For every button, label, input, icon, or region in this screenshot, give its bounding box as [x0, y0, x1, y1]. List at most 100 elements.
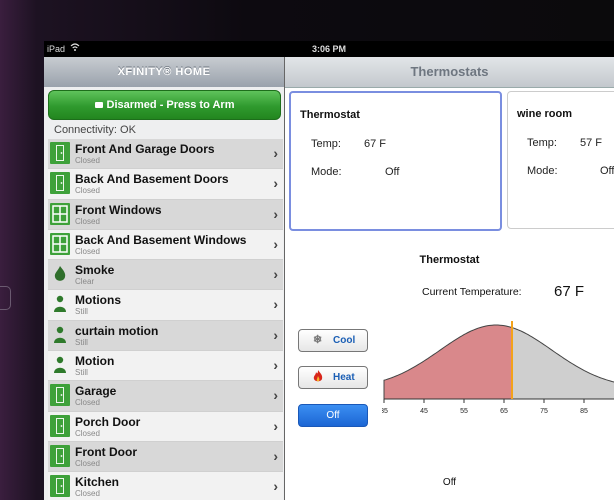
thermostat-card-2[interactable]: wine room Temp: 57 F Mode: Off	[507, 91, 614, 229]
sensor-state: Still	[75, 337, 88, 347]
off-button[interactable]: Off	[298, 404, 368, 427]
page-title: Thermostats	[285, 57, 614, 88]
door-icon	[50, 384, 70, 407]
sensor-state: Closed	[75, 156, 100, 165]
motion-person-icon	[50, 354, 70, 376]
sensor-name: Smoke	[75, 263, 115, 278]
chevron-right-icon: ›	[273, 296, 278, 313]
sensor-name: Front And Garage Doors	[75, 142, 215, 156]
mode-label: Mode:	[311, 166, 342, 178]
chevron-right-icon: ›	[273, 357, 278, 374]
cool-label: Cool	[333, 335, 356, 346]
chevron-right-icon: ›	[273, 417, 278, 434]
mode-value: Off	[385, 166, 400, 178]
off-label: Off	[326, 410, 340, 421]
chevron-right-icon: ›	[273, 205, 278, 222]
sensor-row[interactable]: Motion Still ›	[48, 351, 283, 382]
sensor-name: Back And Basement Doors	[75, 172, 229, 187]
temp-value: 67 F	[364, 138, 387, 150]
door-icon	[50, 172, 70, 195]
sensor-name: Motions	[75, 293, 121, 308]
temp-label: Temp:	[527, 137, 557, 149]
smoke-icon	[50, 263, 70, 285]
sensor-state: Still	[75, 307, 88, 317]
x-tick-label: 55	[460, 408, 468, 415]
sensor-state: Closed	[75, 398, 100, 408]
sensor-name: Porch Door	[75, 414, 141, 429]
sensor-state: Closed	[75, 489, 100, 499]
mode-status-text: Off	[442, 477, 457, 488]
sensor-state: Closed	[75, 458, 100, 468]
connectivity-status: Connectivity: OK	[54, 124, 136, 136]
sensor-state: Closed	[75, 216, 100, 226]
card-title: wine room	[517, 108, 573, 120]
chevron-right-icon: ›	[273, 266, 278, 283]
temp-value: 57 F	[580, 137, 603, 149]
sensor-row[interactable]: Back And Basement Doors Closed ›	[48, 169, 283, 200]
cool-range-area	[511, 326, 614, 400]
home-button[interactable]	[0, 286, 11, 310]
chevron-right-icon: ›	[273, 326, 278, 343]
x-tick-label: 45	[420, 408, 428, 415]
status-bar: iPad 3:06 PM	[44, 41, 614, 57]
sensor-row[interactable]: Front Windows Closed ›	[48, 199, 283, 230]
heat-button[interactable]: Heat	[298, 366, 368, 389]
motion-person-icon	[50, 324, 70, 346]
current-temp-value: 67 F	[554, 283, 585, 300]
sidebar: XFINITY® HOME Disarmed - Press to Arm Co…	[44, 57, 285, 500]
sensor-row[interactable]: Front Door Closed ›	[48, 441, 283, 473]
snowflake-icon: ❄	[313, 334, 323, 346]
temperature-curve-chart[interactable]: 35 45 55 65 75 85	[382, 319, 614, 439]
heat-label: Heat	[333, 372, 355, 383]
chevron-right-icon: ›	[273, 175, 278, 192]
flame-icon	[313, 370, 323, 386]
current-temp-label: Current Temperature:	[422, 286, 522, 298]
thermostat-panel: Thermostats Thermostat Temp: 67 F Mode: …	[285, 57, 614, 500]
sensor-name: Motion	[75, 354, 115, 369]
app-screen: XFINITY® HOME Disarmed - Press to Arm Co…	[44, 57, 614, 500]
cool-button[interactable]: ❄ Cool	[298, 329, 368, 352]
door-icon	[50, 475, 70, 498]
chevron-right-icon: ›	[273, 235, 278, 252]
sensor-name: Front Door	[75, 444, 137, 459]
sensor-row[interactable]: Smoke Clear ›	[48, 260, 283, 291]
arm-button[interactable]: Disarmed - Press to Arm	[48, 90, 281, 120]
chevron-right-icon: ›	[273, 387, 278, 404]
x-tick-label: 75	[540, 408, 548, 415]
chevron-right-icon: ›	[273, 145, 278, 161]
sensor-name: Kitchen	[75, 475, 120, 490]
door-icon	[50, 414, 70, 437]
sensor-name: Back And Basement Windows	[75, 232, 247, 247]
sensor-row[interactable]: Kitchen Closed ›	[48, 472, 283, 500]
status-time: 3:06 PM	[311, 44, 346, 54]
sensor-row[interactable]: Motions Still ›	[48, 290, 283, 321]
x-tick-label: 35	[382, 408, 388, 415]
sensor-state: Closed	[75, 246, 100, 256]
thermostat-card-1[interactable]: Thermostat Temp: 67 F Mode: Off	[289, 91, 502, 231]
window-icon	[50, 202, 70, 225]
x-tick-label: 85	[580, 408, 588, 415]
chevron-right-icon: ›	[273, 478, 278, 495]
sensor-state: Still	[75, 368, 88, 378]
window-icon	[50, 232, 70, 255]
arm-button-label: Disarmed - Press to Arm	[106, 99, 235, 111]
lock-icon	[94, 102, 103, 108]
mode-value: Off	[600, 165, 614, 177]
sensor-list: Front And Garage Doors Closed › Back And Ba…	[48, 139, 283, 500]
mode-label: Mode:	[527, 165, 558, 177]
sensor-name: Garage	[75, 384, 117, 399]
detail-title: Thermostat	[419, 254, 480, 266]
sensor-row[interactable]: Front And Garage Doors Closed ›	[48, 139, 283, 170]
chevron-right-icon: ›	[273, 447, 278, 464]
door-icon	[50, 142, 70, 164]
sensor-row[interactable]: Porch Door Closed ›	[48, 411, 283, 442]
sensor-state: Closed	[75, 186, 100, 196]
sensor-row[interactable]: curtain motion Still ›	[48, 320, 283, 352]
sensor-row[interactable]: Garage Closed ›	[48, 381, 283, 412]
sensor-row[interactable]: Back And Basement Windows Closed ›	[48, 229, 283, 261]
sensor-state: Clear	[75, 277, 95, 287]
sidebar-title: XFINITY® HOME	[44, 57, 284, 87]
motion-person-icon	[50, 293, 70, 315]
temp-label: Temp:	[311, 138, 341, 150]
sensor-name: curtain motion	[75, 323, 159, 338]
